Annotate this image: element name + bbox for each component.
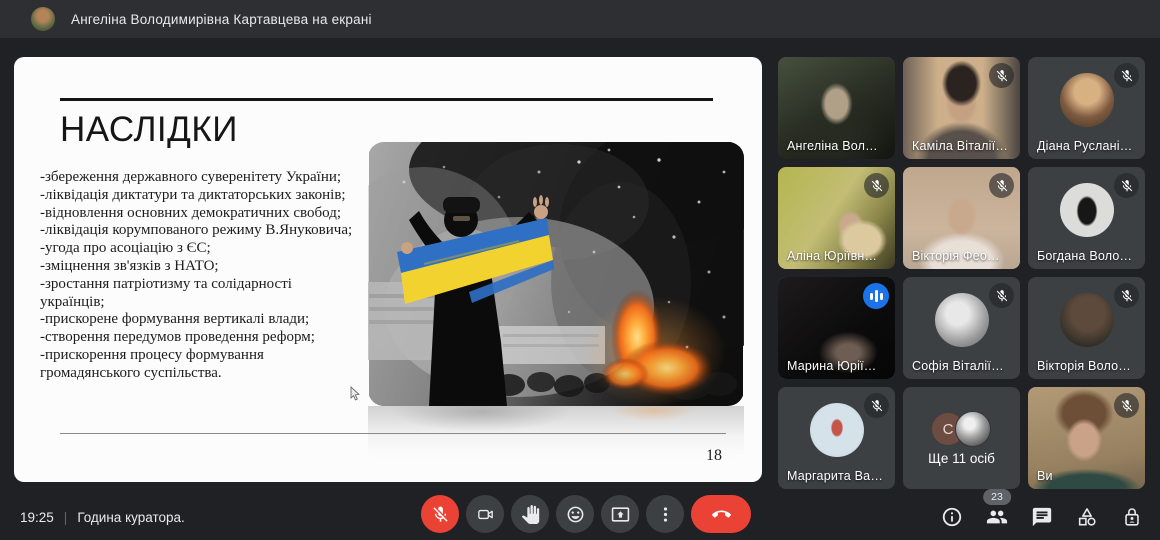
- people-panel-button[interactable]: 23: [983, 489, 1011, 528]
- participant-tile-viktoria-feo[interactable]: Вікторія Фео…: [903, 167, 1020, 269]
- slide-page-number: 18: [706, 447, 722, 464]
- participant-tile-margarita[interactable]: Маргарита Ва…: [778, 387, 895, 489]
- participant-tile-angelina[interactable]: Ангеліна Вол…: [778, 57, 895, 159]
- mic-toggle-button[interactable]: [421, 495, 459, 533]
- slide-photo-maidan-protest: [368, 142, 744, 406]
- avatar: [809, 403, 864, 457]
- participant-tile-bogdana[interactable]: Богдана Воло…: [1028, 167, 1145, 269]
- avatar: [1059, 183, 1114, 237]
- presenting-banner: Ангеліна Володимирівна Картавцева на екр…: [0, 0, 1160, 38]
- present-screen-button[interactable]: [601, 495, 639, 533]
- participant-name: Вікторія Фео…: [912, 249, 1000, 263]
- slide-body-line: -прискорення процесу формування: [40, 346, 264, 363]
- slide-body-line: -угода про асоціацію з ЄС;: [40, 240, 211, 257]
- reactions-button[interactable]: [556, 495, 594, 533]
- participant-name: Марина Юрії…: [787, 359, 877, 373]
- slide-body-line: -відновлення основних демократичних своб…: [40, 204, 341, 221]
- more-options-button[interactable]: [646, 495, 684, 533]
- avatar: [1059, 293, 1114, 347]
- mic-off-icon: [1114, 173, 1139, 198]
- meeting-info: 19:25 | Година куратора.: [20, 510, 185, 525]
- overflow-count-label: Ще 11 осіб: [928, 451, 995, 466]
- participant-name: Ви: [1037, 469, 1053, 483]
- slide-title: НАСЛІДКИ: [60, 110, 238, 149]
- slide-body: -збереження державного суверенітету Укра…: [40, 169, 374, 383]
- slide-body-line: -зміцнення зв'язків з НАТО;: [40, 257, 219, 274]
- participant-name: Софія Віталії…: [912, 359, 1004, 373]
- mic-off-icon: [1114, 393, 1139, 418]
- avatar: [955, 411, 991, 447]
- mic-off-icon: [1114, 283, 1139, 308]
- meeting-details-button[interactable]: [941, 506, 963, 528]
- participant-name: Маргарита Ва…: [787, 469, 884, 483]
- meeting-name: Година куратора.: [77, 510, 185, 525]
- side-panel-buttons: 23: [941, 489, 1143, 528]
- participant-name: Ангеліна Вол…: [787, 139, 878, 153]
- participant-name: Каміла Віталії…: [912, 139, 1009, 153]
- participant-tile-diana[interactable]: Діана Руслані…: [1028, 57, 1145, 159]
- divider: |: [63, 510, 68, 525]
- participant-tile-kamila[interactable]: Каміла Віталії…: [903, 57, 1020, 159]
- slide-body-line: -ліквідація корумпованого режиму В.Януко…: [40, 222, 353, 239]
- slide-body-line: -зростання патріотизму та солідарності: [40, 275, 292, 292]
- clock-time: 19:25: [20, 510, 54, 525]
- mic-off-icon: [989, 63, 1014, 88]
- mic-off-icon: [1114, 63, 1139, 88]
- participant-tile-overflow[interactable]: C Ще 11 осіб: [903, 387, 1020, 489]
- participant-count-badge: 23: [983, 489, 1011, 505]
- mic-off-icon: [989, 173, 1014, 198]
- raise-hand-button[interactable]: [511, 495, 549, 533]
- presenting-status-text: Ангеліна Володимирівна Картавцева на екр…: [71, 11, 372, 27]
- participant-tile-viktoria-volo[interactable]: Вікторія Воло…: [1028, 277, 1145, 379]
- mouse-cursor-icon: [350, 386, 360, 401]
- slide-body-line: громадянського суспільства.: [40, 364, 222, 381]
- avatar: [934, 293, 989, 347]
- slide-photo-reflection: [368, 406, 744, 464]
- participant-name: Вікторія Воло…: [1037, 359, 1131, 373]
- mic-off-icon: [864, 173, 889, 198]
- overflow-avatars: C: [903, 411, 1020, 447]
- slide-body-line: -ліквідація диктатури та диктаторських з…: [40, 186, 346, 203]
- participant-name: Богдана Воло…: [1037, 249, 1133, 263]
- participant-tile-marina-speaking[interactable]: Марина Юрії…: [778, 277, 895, 379]
- slide-bottom-rule: [60, 433, 726, 434]
- mic-off-icon: [989, 283, 1014, 308]
- avatar: [1059, 73, 1114, 127]
- shared-screen-slide: НАСЛІДКИ -збереження державного суверені…: [14, 57, 762, 482]
- slide-body-line: -створення передумов проведення реформ;: [40, 329, 315, 346]
- participant-name: Діана Руслані…: [1037, 139, 1133, 153]
- participant-name: Аліна Юріївн…: [787, 249, 878, 263]
- participant-tile-you[interactable]: Ви: [1028, 387, 1145, 489]
- speaking-indicator-icon: [863, 283, 889, 309]
- slide-body-line: -прискорене формування вертикалі влади;: [40, 311, 310, 328]
- slide-body-line: -збереження державного суверенітету Укра…: [40, 169, 342, 185]
- participants-grid: Ангеліна Вол… Каміла Віталії… Діана Русл…: [778, 57, 1145, 489]
- activities-button[interactable]: [1076, 506, 1098, 528]
- call-controls: [421, 495, 751, 533]
- chat-panel-button[interactable]: [1031, 506, 1053, 528]
- presenter-avatar: [31, 7, 55, 31]
- slide-top-rule: [60, 98, 713, 101]
- camera-toggle-button[interactable]: [466, 495, 504, 533]
- host-controls-button[interactable]: [1121, 506, 1143, 528]
- slide-body-line: українців;: [40, 293, 105, 310]
- leave-call-button[interactable]: [691, 495, 751, 533]
- participant-tile-alina[interactable]: Аліна Юріївн…: [778, 167, 895, 269]
- participant-tile-sofia[interactable]: Софія Віталії…: [903, 277, 1020, 379]
- mic-off-icon: [864, 393, 889, 418]
